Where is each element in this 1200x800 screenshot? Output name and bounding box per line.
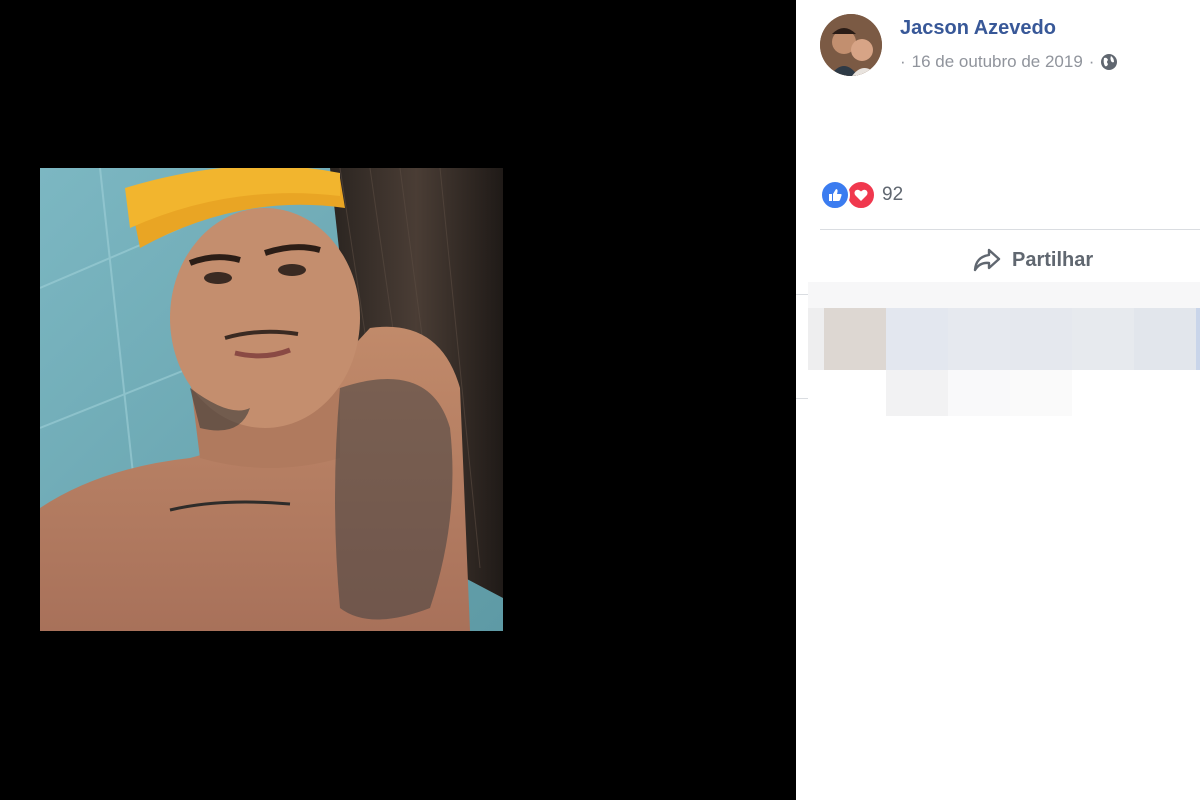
- blurred-block: [1196, 308, 1200, 370]
- love-icon: [846, 180, 876, 210]
- photo-viewer: [0, 0, 796, 800]
- blurred-block: [1010, 308, 1072, 370]
- meta-separator-1: ·: [900, 52, 906, 71]
- blurred-area: [796, 282, 1200, 422]
- reaction-count[interactable]: 92: [882, 184, 903, 206]
- avatar-image: [820, 14, 882, 76]
- post-date[interactable]: 16 de outubro de 2019: [912, 52, 1083, 72]
- share-arrow-icon: [972, 246, 1002, 274]
- blurred-block: [824, 308, 886, 370]
- blurred-block: [886, 370, 948, 416]
- globe-icon[interactable]: [1100, 53, 1118, 71]
- divider: [796, 398, 808, 399]
- blurred-block: [886, 308, 948, 370]
- blurred-block: [1072, 308, 1134, 370]
- blurred-block: [1010, 370, 1072, 416]
- share-button[interactable]: Partilhar: [972, 246, 1093, 274]
- author-name[interactable]: Jacson Azevedo: [900, 17, 1056, 40]
- avatar[interactable]: [820, 14, 882, 76]
- divider: [820, 229, 1200, 230]
- blurred-block: [808, 282, 1200, 308]
- like-icon: [820, 180, 850, 210]
- blurred-block: [948, 370, 1010, 416]
- post-meta: · 16 de outubro de 2019 ·: [900, 52, 1118, 72]
- blurred-block: [1134, 308, 1196, 370]
- post-photo[interactable]: [40, 168, 503, 631]
- meta-separator-2: ·: [1088, 52, 1095, 71]
- share-label: Partilhar: [1012, 248, 1094, 271]
- photo-image: [40, 168, 503, 631]
- divider: [796, 294, 808, 295]
- reactions-summary[interactable]: 92: [820, 180, 903, 210]
- blurred-block: [948, 308, 1010, 370]
- post-sidebar: Jacson Azevedo · 16 de outubro de 2019 ·…: [796, 0, 1200, 800]
